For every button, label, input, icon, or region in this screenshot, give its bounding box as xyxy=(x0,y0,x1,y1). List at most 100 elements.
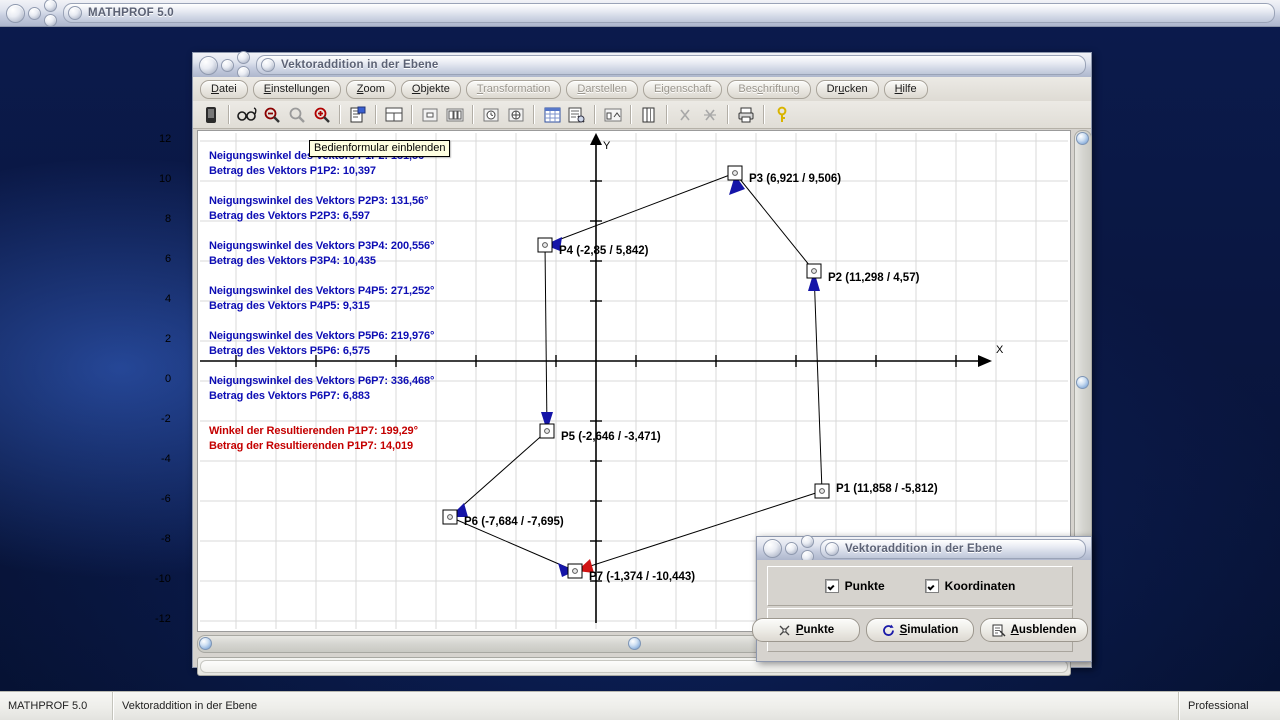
window-menu-orb-icon[interactable] xyxy=(28,6,41,20)
zoom-reset-icon[interactable] xyxy=(285,104,309,126)
menu-item-datei[interactable]: Datei xyxy=(200,79,248,99)
menu-item-zoom[interactable]: Zoom xyxy=(345,79,396,99)
ausblenden-button-label: Ausblenden xyxy=(1010,624,1077,636)
point-label-p6: P6 (-7,684 / -7,695) xyxy=(464,516,564,528)
y-tick-2: 2 xyxy=(165,333,172,345)
legend-angle-p6p7: Neigungswinkel des Vektors P6P7: 336,468… xyxy=(209,375,435,387)
legend-magnitude-p5p6: Betrag des Vektors P5P6: 6,575 xyxy=(209,345,370,357)
single-pane-icon[interactable] xyxy=(418,104,442,126)
legend-angle-resultant: Winkel der Resultierenden P1P7: 199,29° xyxy=(209,425,418,437)
window-minmax-orbs[interactable] xyxy=(44,0,57,27)
window-layout-icon[interactable] xyxy=(382,104,406,126)
scroll-left-thumb[interactable] xyxy=(199,637,212,650)
ausblenden-button[interactable]: Ausblenden xyxy=(980,618,1088,642)
legend-angle-p5p6: Neigungswinkel des Vektors P5P6: 219,976… xyxy=(209,330,435,342)
menu-item-drucken[interactable]: Drucken xyxy=(815,79,879,99)
x-axis-label: X xyxy=(996,344,1004,356)
checkbox-punkte[interactable]: Punkte xyxy=(824,579,885,593)
split-pane-icon[interactable] xyxy=(443,104,467,126)
toolbar-separator xyxy=(727,105,729,124)
punkte-button[interactable]: Punkte xyxy=(752,618,860,642)
window-minimize-orb-icon[interactable] xyxy=(44,0,57,12)
y-tick-m12: -12 xyxy=(155,613,171,625)
dialog-window-controls[interactable] xyxy=(757,534,814,563)
dialog-menu-orb-icon[interactable] xyxy=(785,542,798,555)
refresh-icon xyxy=(882,624,895,637)
help-key-icon[interactable] xyxy=(770,104,794,126)
menu-item-transformation: Transformation xyxy=(465,79,562,99)
dialog-body: Punkte Koordinaten Punkte Simulation Aus… xyxy=(752,560,1091,661)
point-label-p7: P7 (-1,374 / -10,443) xyxy=(589,571,696,583)
main-titlebar[interactable]: MATHPROF 5.0 xyxy=(0,0,1280,27)
point-label-p5: P5 (-2,646 / -3,471) xyxy=(561,431,661,443)
simulation-button[interactable]: Simulation xyxy=(866,618,974,642)
child-minmax-orbs[interactable] xyxy=(237,51,250,79)
checkbox-punkte-box[interactable] xyxy=(824,579,839,593)
zoom-out-icon[interactable] xyxy=(260,104,284,126)
child-minimize-orb-icon[interactable] xyxy=(237,51,250,64)
zoom-in-icon[interactable] xyxy=(310,104,334,126)
points-icon xyxy=(778,624,791,637)
checkbox-koordinaten-label: Koordinaten xyxy=(944,579,1016,593)
scroll-v-thumb[interactable] xyxy=(1076,376,1089,389)
child-close-orb-icon[interactable] xyxy=(199,55,218,75)
dialog-titlebar[interactable]: Vektoraddition in der Ebene xyxy=(757,534,1091,563)
main-window-controls[interactable] xyxy=(0,0,57,27)
dialog-close-orb-icon[interactable] xyxy=(763,539,782,558)
y-axis-label: Y xyxy=(603,140,611,152)
print-icon[interactable] xyxy=(734,104,758,126)
legend-angle-p2p3: Neigungswinkel des Vektors P2P3: 131,56° xyxy=(209,195,429,207)
y-tick-12: 12 xyxy=(159,133,172,145)
menu-item-hilfe[interactable]: Hilfe xyxy=(883,79,928,99)
point-label-p2: P2 (11,298 / 4,57) xyxy=(828,272,920,284)
main-window-title: MATHPROF 5.0 xyxy=(88,7,174,19)
toolbar-separator xyxy=(630,105,632,124)
cut-all-icon[interactable] xyxy=(698,104,722,126)
menu-item-einstellungen[interactable]: Einstellungen xyxy=(252,79,341,99)
chart-compare-icon[interactable] xyxy=(601,104,625,126)
legend-magnitude-resultant: Betrag der Resultierenden P1P7: 14,019 xyxy=(209,440,414,452)
cut-icon[interactable] xyxy=(673,104,697,126)
clock-icon[interactable] xyxy=(479,104,503,126)
book-icon[interactable] xyxy=(637,104,661,126)
glasses-icon[interactable] xyxy=(235,104,259,126)
scroll-h-thumb[interactable] xyxy=(628,637,641,650)
target-icon[interactable] xyxy=(504,104,528,126)
menu-bar: Datei Einstellungen Zoom Objekte Transfo… xyxy=(193,77,1091,102)
dialog-minimize-orb-icon[interactable] xyxy=(801,534,814,548)
menu-item-eigenschaft: Eigenschaft xyxy=(642,79,723,99)
legend-angle-p4p5: Neigungswinkel des Vektors P4P5: 271,252… xyxy=(209,285,435,297)
point-label-p3: P3 (6,921 / 9,506) xyxy=(749,173,842,185)
legend-angle-p3p4: Neigungswinkel des Vektors P3P4: 200,556… xyxy=(209,240,435,252)
module-icon[interactable] xyxy=(199,104,223,126)
report-icon[interactable] xyxy=(565,104,589,126)
dialog-title-caption: Vektoraddition in der Ebene xyxy=(820,538,1086,559)
menu-item-objekte[interactable]: Objekte xyxy=(400,79,461,99)
y-tick-m8: -8 xyxy=(161,533,171,545)
properties-icon[interactable] xyxy=(346,104,370,126)
scroll-up-thumb[interactable] xyxy=(1076,132,1089,145)
child-menu-orb-icon[interactable] xyxy=(221,58,234,72)
dialog-minmax-orbs[interactable] xyxy=(801,534,814,563)
child-titlebar[interactable]: Vektoraddition in der Ebene xyxy=(193,51,1091,79)
control-dialog: Vektoraddition in der Ebene Punkte Koord… xyxy=(752,534,1092,662)
toolbar-separator xyxy=(763,105,765,124)
tooltip: Bedienformular einblenden xyxy=(309,140,451,157)
main-title-caption: MATHPROF 5.0 xyxy=(63,3,1275,23)
toolbar-separator xyxy=(666,105,668,124)
y-tick-m10: -10 xyxy=(155,573,171,585)
toolbar-separator xyxy=(472,105,474,124)
application-window: MATHPROF 5.0 Vektoraddition in der Ebene xyxy=(0,0,1280,720)
checkbox-koordinaten[interactable]: Koordinaten xyxy=(924,579,1016,593)
dialog-window-icon xyxy=(825,541,839,556)
window-close-orb-icon[interactable] xyxy=(6,3,25,23)
point-label-p4: P4 (-2,85 / 5,842) xyxy=(559,245,649,257)
checkbox-koordinaten-box[interactable] xyxy=(924,579,939,593)
point-label-p1: P1 (11,858 / -5,812) xyxy=(836,483,938,495)
child-window-controls[interactable] xyxy=(193,51,250,79)
y-tick-m4: -4 xyxy=(161,453,171,465)
y-tick-6: 6 xyxy=(165,253,172,265)
status-context: Vektoraddition in der Ebene xyxy=(113,692,1179,720)
child-window-icon xyxy=(261,58,275,72)
table-icon[interactable] xyxy=(540,104,564,126)
